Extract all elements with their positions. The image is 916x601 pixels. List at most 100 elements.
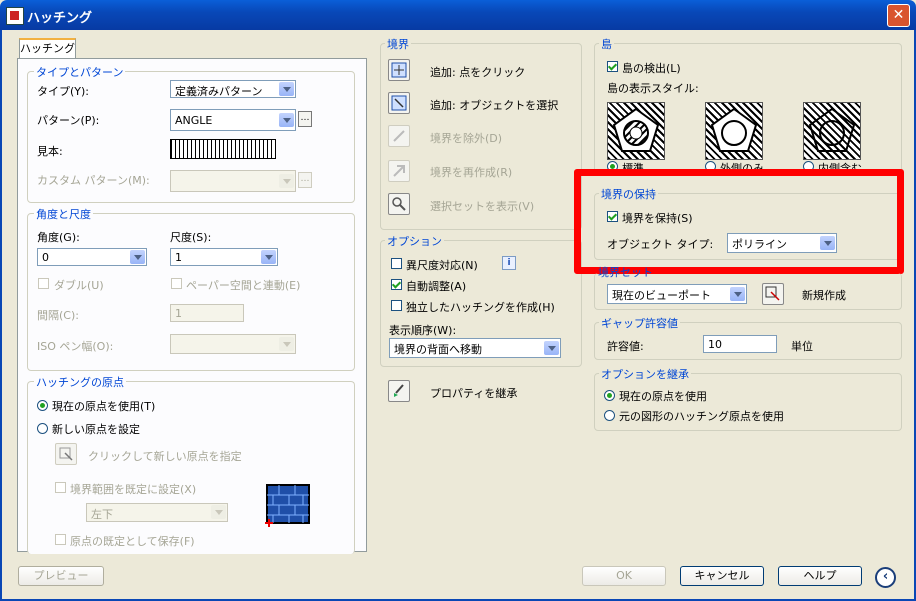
cancel-button[interactable]: キャンセル [680, 566, 764, 586]
set-new-origin-radio[interactable] [37, 423, 48, 434]
spacing-input[interactable]: 1 [170, 304, 244, 322]
chevron-down-icon [544, 341, 559, 355]
remove-boundaries-button[interactable] [388, 125, 410, 147]
new-boundary-set-button[interactable] [762, 283, 784, 305]
type-label: タイプ(Y): [37, 85, 90, 98]
iso-pen-label: ISO ペン幅(O): [37, 340, 114, 353]
scale-select[interactable]: 1 [170, 248, 278, 266]
associative-checkbox[interactable] [391, 279, 402, 290]
angle-select[interactable]: 0 [37, 248, 147, 266]
pattern-browse-button[interactable]: … [298, 111, 312, 127]
magnifier-icon [392, 197, 406, 211]
islands-title: 島 [599, 36, 614, 52]
tolerance-label: 許容値: [607, 340, 644, 353]
angle-label: 角度(G): [37, 231, 80, 244]
use-current-origin-radio[interactable] [37, 400, 48, 411]
type-pattern-title: タイプとパターン [34, 64, 126, 80]
brick-origin-icon [263, 481, 313, 527]
brush-icon [394, 384, 404, 397]
help-button[interactable]: ヘルプ [778, 566, 862, 586]
island-detection-checkbox[interactable] [607, 61, 618, 72]
associative-label: 自動調整(A) [406, 280, 467, 293]
default-extent-checkbox[interactable] [55, 482, 66, 493]
origin-corner-select[interactable]: 左下 [86, 503, 228, 522]
paper-space-checkbox[interactable] [171, 278, 182, 289]
title-bar: ハッチング ✕ [0, 0, 916, 30]
add-select-objects-label: 追加: オブジェクトを選択 [430, 99, 559, 112]
click-origin-label: クリックして新しい原点を指定 [88, 450, 242, 463]
double-checkbox[interactable] [38, 278, 49, 289]
tolerance-unit: 単位 [791, 340, 813, 353]
add-pick-points-button[interactable] [388, 59, 410, 81]
island-detection-label: 島の検出(L) [622, 62, 681, 75]
angle-scale-title: 角度と尺度 [34, 206, 93, 222]
recreate-boundary-icon [393, 165, 405, 177]
custom-pattern-select[interactable] [170, 170, 296, 192]
annotative-checkbox[interactable] [391, 258, 402, 269]
pattern-select[interactable]: ANGLE [170, 109, 296, 131]
close-button[interactable]: ✕ [887, 4, 910, 27]
tolerance-input[interactable]: 10 [703, 335, 777, 353]
paper-space-label: ペーパー空間と連動(E) [186, 279, 301, 292]
type-select[interactable]: 定義済みパターン [170, 80, 296, 98]
chevron-down-icon [279, 174, 294, 188]
island-style-ignore[interactable] [803, 102, 861, 160]
swatch-label: 見本: [37, 145, 63, 158]
boundary-set-select[interactable]: 現在のビューポート [607, 284, 747, 304]
remove-boundary-icon [393, 130, 405, 142]
spacing-label: 間隔(C): [37, 309, 79, 322]
pick-point-icon [59, 447, 73, 461]
chevron-down-icon [730, 287, 745, 301]
inherit-source-origin-label: 元の図形のハッチング原点を使用 [619, 410, 784, 423]
info-icon[interactable]: i [502, 256, 516, 270]
chevron-down-icon [279, 82, 294, 96]
select-objects-icon [391, 95, 407, 111]
boundary-set-title: 境界セット [598, 266, 653, 279]
ok-button[interactable]: OK [582, 566, 666, 586]
origin-title: ハッチングの原点 [34, 374, 126, 390]
tab-hatch[interactable]: ハッチング [19, 38, 76, 60]
island-style-outer[interactable] [705, 102, 763, 160]
set-new-origin-label: 新しい原点を設定 [52, 423, 140, 436]
separate-hatches-checkbox[interactable] [391, 300, 402, 311]
store-default-checkbox[interactable] [55, 534, 66, 545]
custom-pattern-label: カスタム パターン(M): [37, 174, 150, 187]
highlight-box [574, 169, 904, 274]
chevron-down-icon [261, 250, 276, 264]
options-title: オプション [385, 233, 444, 249]
use-current-origin-label: 現在の原点を使用(T) [52, 400, 156, 413]
annotative-label: 異尺度対応(N) [406, 259, 478, 272]
preview-button[interactable]: プレビュー [18, 566, 104, 586]
new-boundary-set-label: 新規作成 [802, 289, 846, 302]
recreate-boundary-button[interactable] [388, 160, 410, 182]
island-style-label: 島の表示スタイル: [607, 82, 699, 95]
default-extent-label: 境界範囲を既定に設定(X) [70, 483, 197, 496]
chevron-down-icon [130, 250, 145, 264]
view-selections-button[interactable] [388, 193, 410, 215]
collapse-icon[interactable]: ‹ [875, 567, 896, 588]
island-style-normal[interactable] [607, 102, 665, 160]
recreate-boundary-label: 境界を再作成(R) [430, 166, 513, 179]
inherit-properties-button[interactable] [388, 380, 410, 402]
draw-order-label: 表示順序(W): [389, 324, 457, 337]
inherit-current-origin-radio[interactable] [604, 390, 615, 401]
custom-browse-button[interactable]: … [298, 172, 312, 188]
iso-pen-select[interactable] [170, 334, 296, 354]
pattern-swatch[interactable] [170, 139, 276, 159]
window-title: ハッチング [27, 11, 93, 26]
add-select-objects-button[interactable] [388, 92, 410, 114]
chevron-down-icon [211, 505, 226, 519]
add-pick-points-label: 追加: 点をクリック [430, 66, 526, 79]
draw-order-select[interactable]: 境界の背面へ移動 [389, 338, 561, 358]
double-label: ダブル(U) [54, 279, 104, 292]
separate-hatches-label: 独立したハッチングを作成(H) [406, 301, 555, 314]
app-icon [6, 7, 24, 25]
chevron-down-icon [279, 113, 294, 127]
pattern-label: パターン(P): [37, 114, 100, 127]
gap-tolerance-title: ギャップ許容値 [599, 315, 680, 331]
store-default-label: 原点の既定として保存(F) [70, 535, 195, 548]
remove-boundaries-label: 境界を除外(D) [430, 132, 503, 145]
inherit-source-origin-radio[interactable] [604, 410, 615, 421]
inherit-options-title: オプションを継承 [599, 366, 691, 382]
click-origin-button[interactable] [55, 443, 77, 465]
